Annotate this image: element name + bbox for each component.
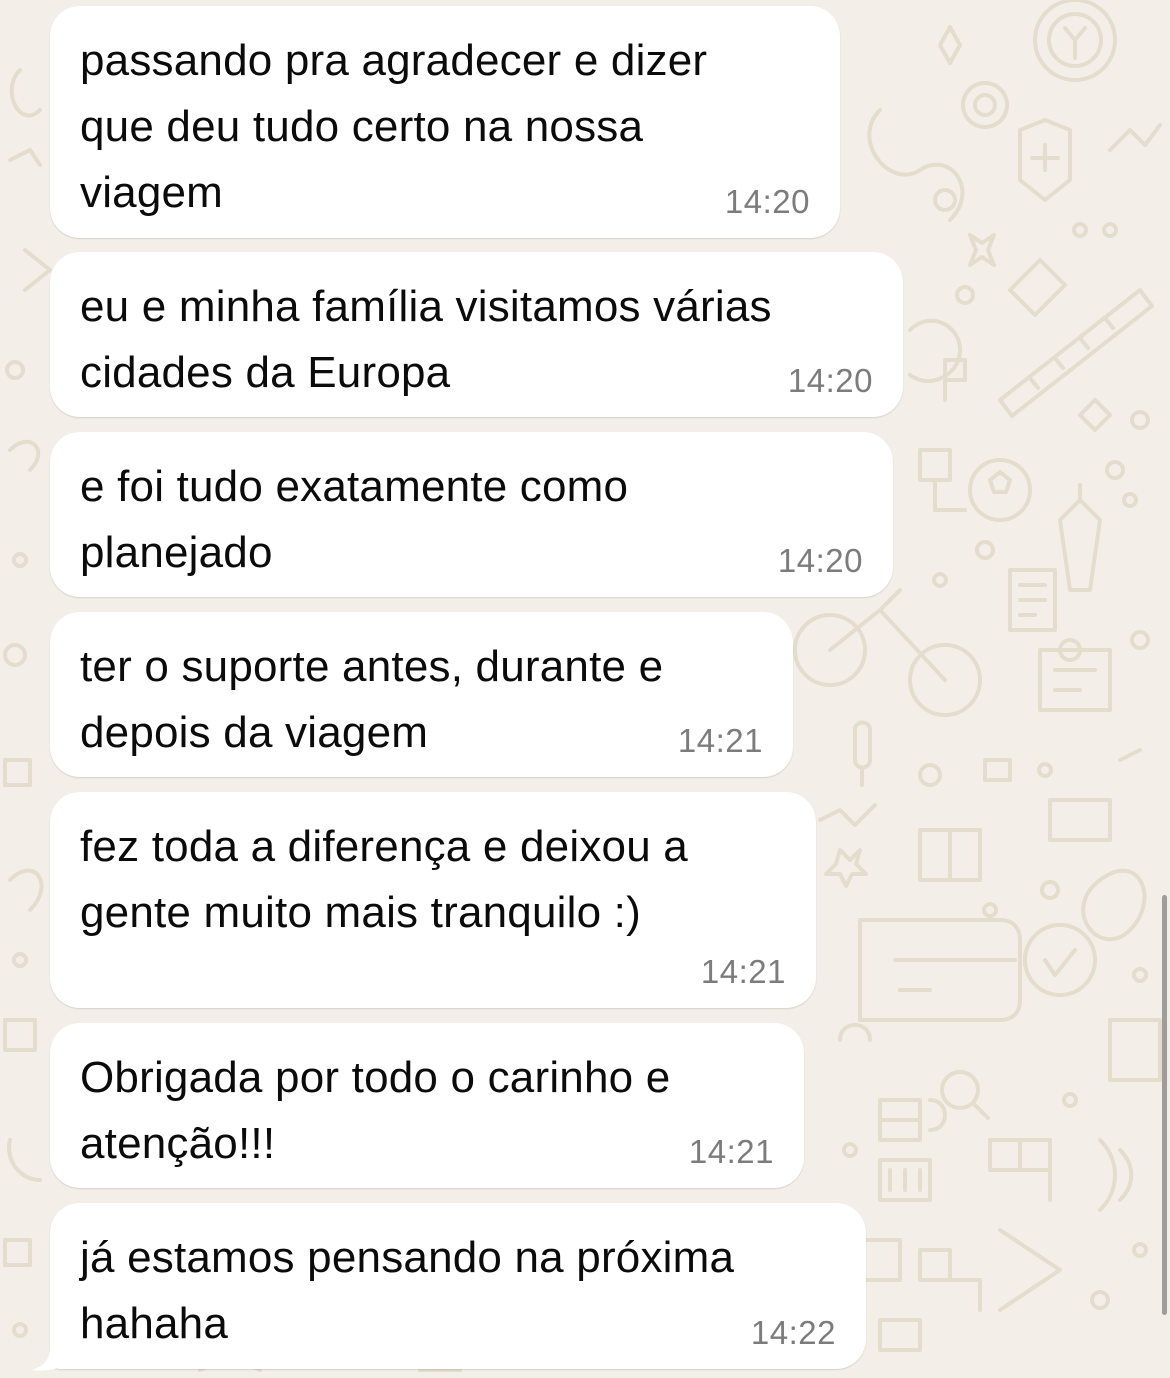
bubble-tail xyxy=(32,1330,74,1371)
message-bubble[interactable]: fez toda a diferença e deixou a gente mu… xyxy=(50,792,816,1008)
message-text: fez toda a diferença e deixou a gente mu… xyxy=(80,822,688,937)
message-text: já estamos pensando na próxima hahaha xyxy=(80,1233,735,1348)
message-timestamp: 14:20 xyxy=(777,542,863,579)
message-bubble[interactable]: passando pra agradecer e dizer que deu t… xyxy=(50,6,840,238)
message-text: e foi tudo exatamente como planejado xyxy=(80,462,629,577)
message-text: ter o suporte antes, durante e depois da… xyxy=(80,642,664,757)
message-bubble[interactable]: Obrigada por todo o carinho e atenção!!!… xyxy=(50,1023,804,1188)
message-timestamp: 14:21 xyxy=(700,953,786,990)
message-bubble[interactable]: e foi tudo exatamente como planejado 14:… xyxy=(50,432,893,597)
message-timestamp: 14:21 xyxy=(688,1133,774,1170)
scroll-indicator[interactable] xyxy=(1162,895,1167,1315)
message-timestamp: 14:22 xyxy=(750,1314,836,1351)
message-timestamp: 14:20 xyxy=(724,183,810,220)
message-timestamp: 14:21 xyxy=(677,722,763,759)
message-text: passando pra agradecer e dizer que deu t… xyxy=(80,36,708,217)
message-bubble[interactable]: ter o suporte antes, durante e depois da… xyxy=(50,612,793,777)
message-bubble[interactable]: já estamos pensando na próxima hahaha 14… xyxy=(50,1203,866,1369)
message-text: eu e minha família visitamos várias cida… xyxy=(80,282,772,397)
message-timestamp: 14:20 xyxy=(787,362,873,399)
message-text: Obrigada por todo o carinho e atenção!!! xyxy=(80,1053,671,1168)
message-bubble[interactable]: eu e minha família visitamos várias cida… xyxy=(50,252,903,417)
